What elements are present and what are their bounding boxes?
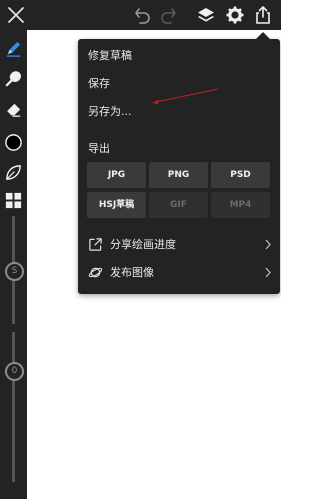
- share-out-icon: [89, 238, 102, 251]
- close-icon[interactable]: [6, 5, 26, 25]
- gallery-icon[interactable]: [4, 191, 23, 210]
- export-hsj-draft-button[interactable]: HSJ草稿: [87, 192, 146, 218]
- smudge-icon[interactable]: [4, 69, 23, 88]
- export-section-label: 导出: [88, 142, 110, 155]
- chevron-right-icon: [265, 239, 271, 250]
- share-icon[interactable]: [253, 5, 273, 25]
- brush-size-knob[interactable]: S: [5, 262, 24, 281]
- planet-icon: [88, 267, 103, 278]
- repair-draft-item[interactable]: 修复草稿: [88, 48, 132, 64]
- selection-icon[interactable]: [4, 163, 23, 182]
- export-mp4-button: MP4: [211, 192, 270, 218]
- publish-image-item[interactable]: 发布图像: [88, 263, 272, 283]
- export-gif-button: GIF: [149, 192, 208, 218]
- pen-icon[interactable]: [4, 39, 23, 58]
- brush-opacity-knob[interactable]: 0: [5, 362, 24, 381]
- layers-icon[interactable]: [196, 5, 216, 25]
- export-jpg-button[interactable]: JPG: [87, 162, 146, 188]
- color-icon[interactable]: [4, 133, 23, 152]
- save-item[interactable]: 保存: [88, 76, 110, 92]
- share-progress-item[interactable]: 分享绘画进度: [88, 235, 272, 255]
- gear-icon[interactable]: [225, 5, 245, 25]
- export-png-button[interactable]: PNG: [149, 162, 208, 188]
- undo-icon[interactable]: [133, 5, 153, 25]
- brush-opacity-slider[interactable]: [12, 332, 15, 482]
- left-toolbar: S 0: [0, 30, 27, 499]
- save-as-item[interactable]: 另存为...: [88, 104, 132, 120]
- top-toolbar: [0, 0, 281, 30]
- share-menu: 修复草稿 保存 另存为... 导出 JPG PNG PSD HSJ草稿 GIF …: [78, 39, 280, 294]
- publish-image-label: 发布图像: [110, 266, 154, 279]
- redo-icon[interactable]: [158, 5, 178, 25]
- export-psd-button[interactable]: PSD: [211, 162, 270, 188]
- eraser-icon[interactable]: [4, 100, 23, 119]
- app-screen: S 0 修复草稿 保存 另存为... 导出 JPG PNG PSD HSJ草稿 …: [0, 0, 281, 499]
- share-progress-label: 分享绘画进度: [110, 238, 176, 251]
- menu-caret: [256, 32, 270, 39]
- chevron-right-icon: [265, 267, 271, 278]
